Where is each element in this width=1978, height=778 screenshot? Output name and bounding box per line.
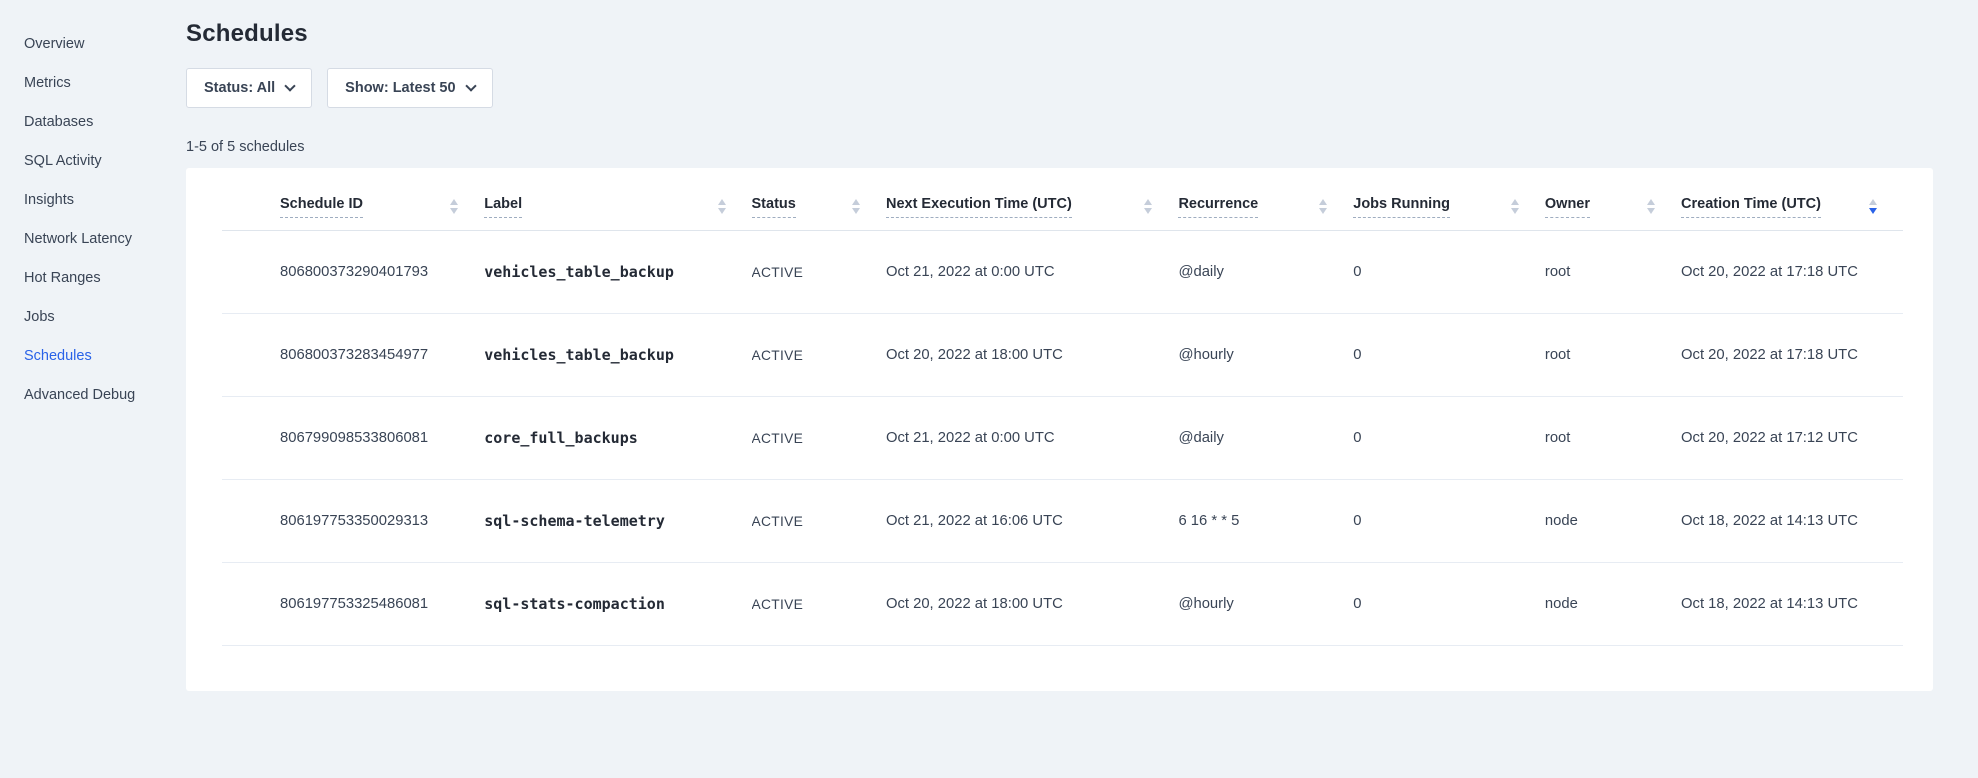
column-header-next-execution-time-utc[interactable]: Next Execution Time (UTC) [886,172,1178,231]
sort-icon[interactable] [718,199,726,214]
cell-next-execution: Oct 21, 2022 at 0:00 UTC [886,397,1178,480]
table-row[interactable]: 806800373283454977vehicles_table_backupA… [222,314,1903,397]
cell-status: ACTIVE [752,231,886,314]
cell-recurrence: @hourly [1178,314,1353,397]
sort-icon[interactable] [450,199,458,214]
cell-label: vehicles_table_backup [484,314,751,397]
cell-creation-time: Oct 20, 2022 at 17:18 UTC [1681,314,1903,397]
show-filter-dropdown[interactable]: Show: Latest 50 [327,68,492,108]
column-header-label[interactable]: Label [484,172,751,231]
app-window: OverviewMetricsDatabasesSQL ActivityInsi… [0,0,1978,778]
cell-jobs-running: 0 [1353,563,1545,646]
schedules-table-card: Schedule ID Label Status Next Execution Tim… [186,168,1933,691]
sidebar-item-hot-ranges[interactable]: Hot Ranges [0,259,186,298]
cell-owner: node [1545,563,1681,646]
cell-next-execution: Oct 21, 2022 at 16:06 UTC [886,480,1178,563]
cell-recurrence: 6 16 * * 5 [1178,480,1353,563]
column-header-schedule-id[interactable]: Schedule ID [222,172,484,231]
column-header-status[interactable]: Status [752,172,886,231]
sidebar-item-metrics[interactable]: Metrics [0,64,186,103]
column-label: Status [752,196,796,218]
cell-recurrence: @daily [1178,397,1353,480]
column-header-owner[interactable]: Owner [1545,172,1681,231]
table-row[interactable]: 806197753350029313sql-schema-telemetryAC… [222,480,1903,563]
cell-schedule-id: 806197753325486081 [222,563,484,646]
column-header-creation-time-utc[interactable]: Creation Time (UTC) [1681,172,1903,231]
sidebar-item-schedules[interactable]: Schedules [0,337,186,376]
cell-owner: node [1545,480,1681,563]
sidebar-item-overview[interactable]: Overview [0,25,186,64]
sort-icon[interactable] [1869,199,1877,214]
sidebar-item-network-latency[interactable]: Network Latency [0,220,186,259]
cell-recurrence: @daily [1178,231,1353,314]
cell-schedule-id: 806799098533806081 [222,397,484,480]
column-label: Creation Time (UTC) [1681,196,1821,218]
cell-owner: root [1545,397,1681,480]
sort-icon[interactable] [1647,199,1655,214]
table-header-row: Schedule ID Label Status Next Execution Tim… [222,172,1903,231]
column-label: Schedule ID [280,196,363,218]
column-header-jobs-running[interactable]: Jobs Running [1353,172,1545,231]
filters-bar: Status: All Show: Latest 50 [186,68,1933,108]
cell-label: sql-schema-telemetry [484,480,751,563]
cell-creation-time: Oct 18, 2022 at 14:13 UTC [1681,563,1903,646]
status-filter-dropdown[interactable]: Status: All [186,68,312,108]
sort-icon[interactable] [1511,199,1519,214]
cell-schedule-id: 806800373290401793 [222,231,484,314]
cell-jobs-running: 0 [1353,231,1545,314]
cell-next-execution: Oct 20, 2022 at 18:00 UTC [886,563,1178,646]
status-filter-label: Status: All [204,80,275,96]
cell-owner: root [1545,231,1681,314]
chevron-down-icon [465,80,476,91]
table-body: 806800373290401793vehicles_table_backupA… [222,231,1903,646]
cell-jobs-running: 0 [1353,480,1545,563]
table-row[interactable]: 806800373290401793vehicles_table_backupA… [222,231,1903,314]
main-content: Schedules Status: All Show: Latest 50 1-… [186,0,1978,778]
column-label: Next Execution Time (UTC) [886,196,1072,218]
cell-status: ACTIVE [752,397,886,480]
sort-icon[interactable] [1319,199,1327,214]
cell-next-execution: Oct 21, 2022 at 0:00 UTC [886,231,1178,314]
cell-label: sql-stats-compaction [484,563,751,646]
cell-jobs-running: 0 [1353,397,1545,480]
sidebar: OverviewMetricsDatabasesSQL ActivityInsi… [0,0,186,778]
column-label: Label [484,196,522,218]
table-row[interactable]: 806799098533806081core_full_backupsACTIV… [222,397,1903,480]
cell-schedule-id: 806197753350029313 [222,480,484,563]
sidebar-item-sql-activity[interactable]: SQL Activity [0,142,186,181]
cell-label: vehicles_table_backup [484,231,751,314]
cell-next-execution: Oct 20, 2022 at 18:00 UTC [886,314,1178,397]
results-count: 1-5 of 5 schedules [186,139,1933,155]
schedules-table: Schedule ID Label Status Next Execution Tim… [222,172,1903,646]
table-row[interactable]: 806197753325486081sql-stats-compactionAC… [222,563,1903,646]
cell-status: ACTIVE [752,314,886,397]
cell-creation-time: Oct 20, 2022 at 17:12 UTC [1681,397,1903,480]
cell-recurrence: @hourly [1178,563,1353,646]
column-label: Owner [1545,196,1590,218]
column-label: Jobs Running [1353,196,1450,218]
sort-icon[interactable] [852,199,860,214]
show-filter-label: Show: Latest 50 [345,80,455,96]
cell-owner: root [1545,314,1681,397]
cell-schedule-id: 806800373283454977 [222,314,484,397]
sidebar-item-jobs[interactable]: Jobs [0,298,186,337]
cell-jobs-running: 0 [1353,314,1545,397]
column-label: Recurrence [1178,196,1258,218]
sidebar-item-databases[interactable]: Databases [0,103,186,142]
cell-creation-time: Oct 20, 2022 at 17:18 UTC [1681,231,1903,314]
sidebar-item-insights[interactable]: Insights [0,181,186,220]
sort-icon[interactable] [1144,199,1152,214]
sidebar-item-advanced-debug[interactable]: Advanced Debug [0,376,186,415]
cell-label: core_full_backups [484,397,751,480]
column-header-recurrence[interactable]: Recurrence [1178,172,1353,231]
page-title: Schedules [186,20,1933,48]
chevron-down-icon [285,80,296,91]
cell-status: ACTIVE [752,480,886,563]
cell-status: ACTIVE [752,563,886,646]
cell-creation-time: Oct 18, 2022 at 14:13 UTC [1681,480,1903,563]
